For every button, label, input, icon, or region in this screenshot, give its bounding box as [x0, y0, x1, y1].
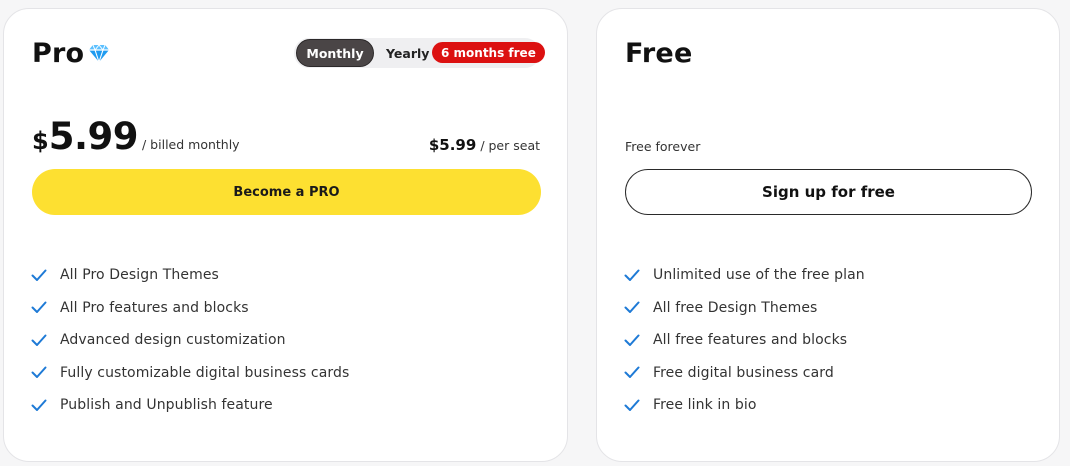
feature-item: All Pro Design Themes	[31, 259, 349, 292]
billing-period-toggle: Monthly Yearly 6 months free	[294, 38, 545, 68]
feature-item: Free link in bio	[624, 389, 865, 422]
pro-feature-list: All Pro Design Themes All Pro features a…	[31, 259, 349, 422]
diamond-icon	[89, 44, 109, 63]
check-icon	[31, 399, 47, 411]
feature-item: Unlimited use of the free plan	[624, 259, 865, 292]
free-plan-title: Free	[625, 38, 693, 69]
feature-text: Free link in bio	[653, 397, 757, 414]
feature-item: Advanced design customization	[31, 324, 349, 357]
feature-text: All free Design Themes	[653, 299, 818, 316]
check-icon	[31, 334, 47, 346]
check-icon	[31, 269, 47, 281]
feature-text: Advanced design customization	[60, 332, 286, 349]
check-icon	[31, 366, 47, 379]
check-icon	[624, 366, 640, 379]
pro-price: $ 5.99 / billed monthly	[32, 115, 240, 158]
free-forever-label: Free forever	[625, 139, 701, 154]
price-amount: 5.99	[48, 115, 139, 158]
check-icon	[624, 334, 640, 346]
feature-text: All free features and blocks	[653, 332, 848, 349]
yearly-toggle-option[interactable]: Yearly	[386, 38, 429, 68]
sign-up-free-button[interactable]: Sign up for free	[625, 169, 1032, 215]
per-seat-amount: $5.99	[428, 136, 477, 154]
check-icon	[31, 301, 47, 314]
feature-text: Fully customizable digital business card…	[60, 364, 350, 381]
free-plan-card: Free Free forever Sign up for free Unlim…	[596, 8, 1060, 462]
check-icon	[624, 269, 640, 281]
check-icon	[624, 399, 640, 411]
feature-item: All Pro features and blocks	[31, 292, 349, 325]
feature-item: Free digital business card	[624, 357, 865, 390]
feature-text: All Pro features and blocks	[60, 299, 249, 316]
pro-plan-card: Pro Monthly Yearly 6 months free $ 5.99 …	[3, 8, 568, 462]
feature-item: All free Design Themes	[624, 292, 865, 325]
feature-item: Publish and Unpublish feature	[31, 389, 349, 422]
six-months-free-badge: 6 months free	[432, 42, 545, 63]
feature-item: All free features and blocks	[624, 324, 865, 357]
billing-period-label: / billed monthly	[142, 137, 240, 152]
check-icon	[624, 301, 640, 314]
monthly-toggle-option[interactable]: Monthly	[296, 39, 374, 67]
feature-item: Fully customizable digital business card…	[31, 357, 349, 390]
become-pro-button[interactable]: Become a PRO	[32, 169, 541, 215]
per-seat-label: / per seat	[480, 138, 540, 153]
pro-plan-title: Pro	[32, 38, 85, 69]
feature-text: Unlimited use of the free plan	[653, 267, 865, 284]
feature-text: Free digital business card	[653, 364, 834, 381]
currency-symbol: $	[32, 127, 49, 155]
free-feature-list: Unlimited use of the free plan All free …	[624, 259, 865, 422]
feature-text: All Pro Design Themes	[60, 267, 219, 284]
per-seat-price: $5.99 / per seat	[429, 136, 540, 154]
feature-text: Publish and Unpublish feature	[60, 397, 273, 414]
